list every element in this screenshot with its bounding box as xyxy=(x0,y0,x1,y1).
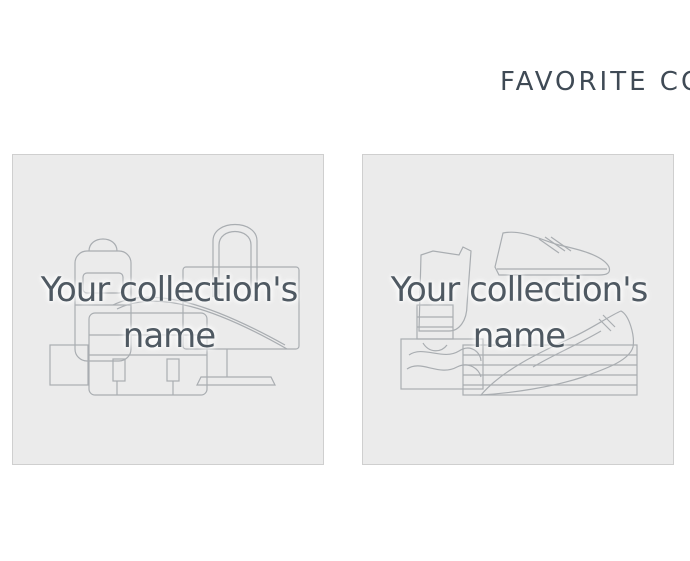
collection-card-bags[interactable]: Your collection's name xyxy=(12,154,324,465)
collection-name: Your collection's name xyxy=(40,270,299,356)
favorite-collections-page: FAVORITE CO Your collection's name Your … xyxy=(0,0,690,561)
section-title: FAVORITE CO xyxy=(500,67,690,98)
collection-name: Your collection's name xyxy=(390,270,649,356)
collection-card-shoes[interactable]: Your collection's name xyxy=(362,154,674,465)
